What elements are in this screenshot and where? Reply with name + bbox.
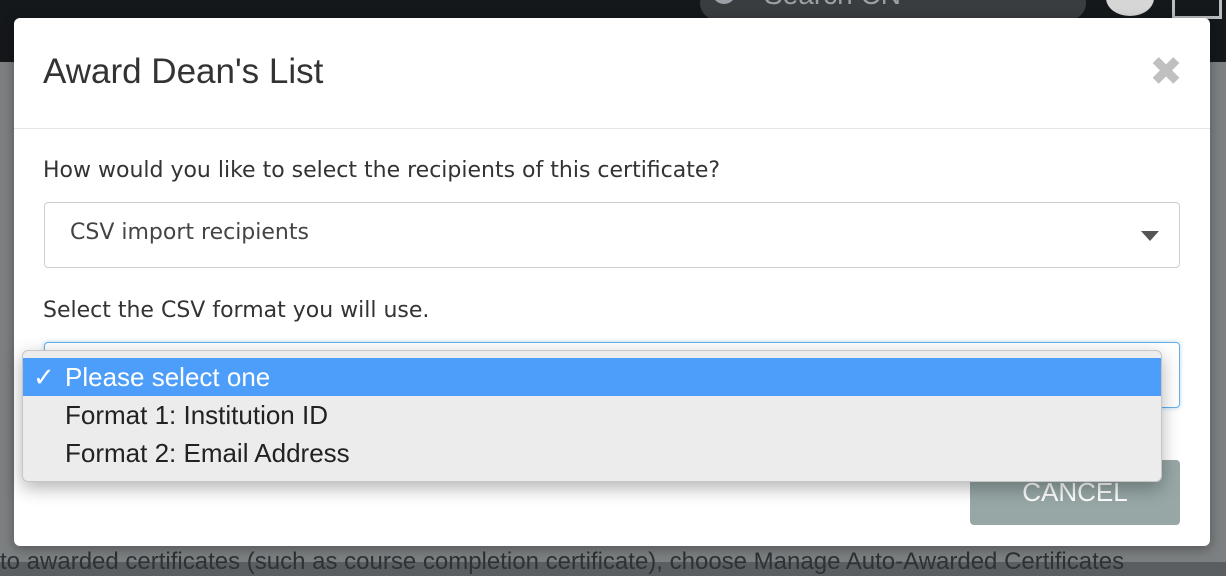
csv-format-label: Select the CSV format you will use. — [43, 298, 430, 323]
search-icon — [712, 0, 736, 4]
dropdown-option-label: Please select one — [65, 362, 271, 392]
close-icon[interactable]: ✖ — [1148, 52, 1184, 92]
dropdown-option-format-2[interactable]: Format 2: Email Address — [23, 434, 1161, 472]
recipients-select-value: CSV import recipients — [70, 220, 309, 245]
dropdown-option-format-1[interactable]: Format 1: Institution ID — [23, 396, 1161, 434]
chevron-down-icon — [1141, 231, 1159, 241]
background-search-text: Search CN — [764, 0, 901, 10]
modal-title: Award Dean's List — [43, 52, 324, 91]
recipients-select[interactable]: CSV import recipients — [44, 202, 1180, 268]
background-bottom-text: to awarded certificates (such as course … — [0, 548, 1125, 575]
recipients-label: How would you like to select the recipie… — [43, 158, 721, 183]
dropdown-option-please-select[interactable]: ✓ Please select one — [23, 358, 1161, 396]
mail-icon — [1172, 0, 1222, 19]
dropdown-option-label: Format 2: Email Address — [65, 438, 350, 468]
dropdown-option-label: Format 1: Institution ID — [65, 400, 328, 430]
checkmark-icon: ✓ — [33, 362, 55, 392]
modal-header: Award Dean's List ✖ — [14, 18, 1210, 129]
csv-format-dropdown: ✓ Please select one Format 1: Institutio… — [22, 350, 1162, 482]
background-search-box: Search CN — [700, 0, 1086, 20]
